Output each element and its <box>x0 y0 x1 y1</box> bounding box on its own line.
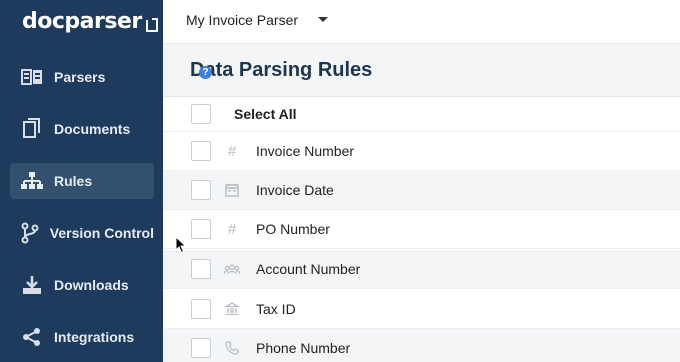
sidebar-item-rules[interactable]: Rules <box>10 163 154 199</box>
sidebar-item-label: Rules <box>54 173 93 189</box>
sidebar-item-label: Downloads <box>54 277 129 293</box>
rule-row[interactable]: Invoice Date <box>163 171 680 210</box>
page-title: Data Parsing Rules <box>190 59 373 81</box>
rule-checkbox[interactable] <box>191 180 211 200</box>
select-all-label: Select All <box>234 106 297 122</box>
select-all-checkbox[interactable] <box>191 104 211 124</box>
rule-row[interactable]: Phone Number <box>163 329 680 362</box>
rule-label[interactable]: Account Number <box>256 261 360 277</box>
sidebar-item-parsers[interactable]: Parsers <box>10 59 154 95</box>
hash-icon: # <box>227 220 237 238</box>
hash-icon: # <box>227 142 237 160</box>
parser-select[interactable]: My Invoice Parser <box>186 12 329 28</box>
sidebar-item-version-control[interactable]: Version Control <box>10 215 154 251</box>
sidebar-item-downloads[interactable]: Downloads <box>10 267 154 303</box>
bank-icon <box>224 301 240 317</box>
sidebar-item-documents[interactable]: Documents <box>10 111 154 147</box>
rule-checkbox[interactable] <box>191 299 211 319</box>
help-icon[interactable]: ? <box>199 66 212 79</box>
sidebar-item-integrations[interactable]: Integrations <box>10 319 154 355</box>
logo[interactable]: docparser <box>22 9 159 34</box>
page-header: Data Parsing Rules <box>163 44 680 97</box>
download-icon <box>20 273 44 297</box>
logo-mark-icon <box>145 14 159 32</box>
select-all-row: Select All <box>163 97 680 132</box>
group-icon <box>224 261 240 277</box>
rule-row[interactable]: Account Number <box>163 250 680 289</box>
topbar: My Invoice Parser <box>163 0 680 44</box>
sidebar-item-label: Parsers <box>54 69 106 85</box>
branch-icon <box>20 221 40 245</box>
rule-label[interactable]: Tax ID <box>256 301 296 317</box>
mouse-cursor-icon <box>175 235 187 254</box>
parser-select-label: My Invoice Parser <box>186 12 299 28</box>
phone-icon <box>224 340 240 356</box>
rule-checkbox[interactable] <box>191 219 211 239</box>
main-content: My Invoice Parser Data Parsing Rules Sel… <box>163 0 680 362</box>
sidebar-item-label: Integrations <box>54 329 135 345</box>
logo-text: docparser <box>22 9 142 34</box>
rule-label[interactable]: Invoice Date <box>256 182 334 198</box>
chevron-down-icon <box>318 16 329 22</box>
sidebar: docparser Parsers Documents Rules Versio… <box>0 0 163 362</box>
rule-row[interactable]: # Invoice Number <box>163 132 680 171</box>
rule-row[interactable]: Tax ID <box>163 290 680 329</box>
documents-icon <box>20 117 44 141</box>
rule-checkbox[interactable] <box>191 259 211 279</box>
parsers-icon <box>20 65 44 89</box>
rule-label[interactable]: Phone Number <box>256 340 350 356</box>
rule-checkbox[interactable] <box>191 141 211 161</box>
rule-row[interactable]: # PO Number <box>163 210 680 249</box>
sidebar-item-label: Version Control <box>49 225 154 241</box>
calendar-icon <box>224 182 240 198</box>
rule-label[interactable]: PO Number <box>256 221 330 237</box>
rule-label[interactable]: Invoice Number <box>256 143 354 159</box>
share-icon <box>20 325 44 349</box>
rule-checkbox[interactable] <box>191 338 211 358</box>
rules-icon <box>20 169 44 193</box>
sidebar-item-label: Documents <box>54 121 131 137</box>
